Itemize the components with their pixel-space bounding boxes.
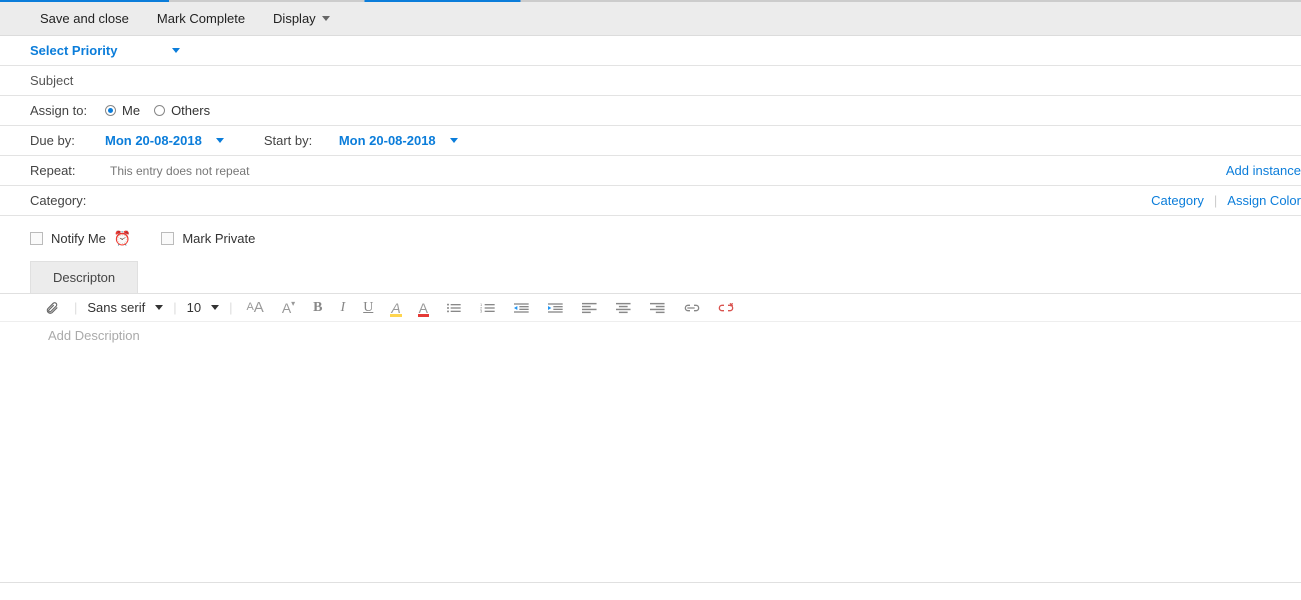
bold-button[interactable]: B [309,299,326,317]
svg-text:3: 3 [480,308,483,313]
editor-placeholder: Add Description [48,328,140,343]
separator: | [229,300,232,315]
display-label: Display [273,11,316,26]
number-list-icon: 1 2 3 [480,301,496,315]
font-family-value: Sans serif [87,300,145,315]
separator: | [173,300,176,315]
attachment-button[interactable] [40,299,64,317]
assign-to-label: Assign to: [30,103,105,118]
underline-button[interactable]: U [359,299,377,317]
dates-row: Due by: Mon 20-08-2018 Start by: Mon 20-… [0,126,1301,156]
number-list-button[interactable]: 1 2 3 [476,299,500,317]
assign-me-radio[interactable]: Me [105,103,140,118]
chevron-down-icon [322,16,330,21]
category-link[interactable]: Category [1151,193,1204,208]
due-by-value: Mon 20-08-2018 [105,133,202,148]
display-dropdown[interactable]: Display [263,7,340,30]
notify-me-label: Notify Me [51,231,106,246]
outdent-icon [514,301,530,315]
options-row: Notify Me ⏰ Mark Private [0,216,1301,261]
category-actions: Category | Assign Color [1151,193,1301,208]
outdent-button[interactable] [510,299,534,317]
indent-icon [548,301,564,315]
start-by-label: Start by: [264,133,324,148]
subject-row[interactable]: Subject [0,66,1301,96]
tabs-bar: Descripton [0,261,1301,293]
bullet-list-icon [446,301,462,315]
font-size-value: 10 [187,300,201,315]
radio-selected-icon [105,105,116,116]
assign-me-label: Me [122,103,140,118]
priority-dropdown[interactable]: Select Priority [30,43,180,58]
align-left-icon [582,301,598,315]
start-by-date-picker[interactable]: Mon 20-08-2018 [339,133,458,148]
indent-button[interactable] [544,299,568,317]
separator: | [74,300,77,315]
tab-description[interactable]: Descripton [30,261,138,293]
assign-others-label: Others [171,103,210,118]
decrease-font-button[interactable]: A▾ [278,299,299,317]
link-icon [684,301,700,315]
font-family-select[interactable]: Sans serif [87,300,163,315]
chevron-down-icon [211,305,219,310]
notify-me-checkbox[interactable]: Notify Me ⏰ [30,230,131,247]
mark-complete-button[interactable]: Mark Complete [147,7,255,30]
align-right-icon [650,301,666,315]
assign-color-link[interactable]: Assign Color [1227,193,1301,208]
category-row: Category: Category | Assign Color [0,186,1301,216]
chevron-down-icon [450,138,458,143]
subject-label: Subject [30,73,73,88]
editor-toolbar: | Sans serif | 10 | AA A▾ B I U A A [0,294,1301,322]
unlink-icon [718,301,734,315]
align-right-button[interactable] [646,299,670,317]
checkbox-unchecked-icon [161,232,174,245]
radio-unselected-icon [154,105,165,116]
increase-font-button[interactable]: AA [242,298,267,317]
priority-row: Select Priority [0,36,1301,66]
checkbox-unchecked-icon [30,232,43,245]
font-size-select[interactable]: 10 [187,300,219,315]
priority-placeholder: Select Priority [30,43,117,58]
due-by-label: Due by: [30,133,90,148]
rich-text-editor: | Sans serif | 10 | AA A▾ B I U A A [0,293,1301,583]
align-center-button[interactable] [612,299,636,317]
editor-body[interactable]: Add Description [0,322,1301,582]
highlight-color-button[interactable]: A [387,299,404,317]
remove-link-button[interactable] [714,299,738,317]
repeat-label: Repeat: [30,163,90,178]
paperclip-icon [44,301,60,315]
category-label: Category: [30,193,105,208]
alarm-icon: ⏰ [114,230,131,247]
insert-link-button[interactable] [680,299,704,317]
add-instance-link[interactable]: Add instance [1226,163,1301,178]
align-left-button[interactable] [578,299,602,317]
mark-private-checkbox[interactable]: Mark Private [161,231,255,246]
assign-others-radio[interactable]: Others [154,103,210,118]
repeat-row: Repeat: This entry does not repeat Add i… [0,156,1301,186]
start-by-value: Mon 20-08-2018 [339,133,436,148]
italic-button[interactable]: I [337,299,350,317]
assign-to-row: Assign to: Me Others [0,96,1301,126]
font-color-button[interactable]: A [415,299,432,317]
main-toolbar: Save and close Mark Complete Display [0,2,1301,36]
bullet-list-button[interactable] [442,299,466,317]
mark-private-label: Mark Private [182,231,255,246]
repeat-text: This entry does not repeat [110,164,249,178]
chevron-down-icon [155,305,163,310]
due-by-date-picker[interactable]: Mon 20-08-2018 [105,133,224,148]
chevron-down-icon [216,138,224,143]
align-center-icon [616,301,632,315]
separator: | [1214,193,1217,208]
assign-to-radio-group: Me Others [105,103,224,118]
chevron-down-icon [172,48,180,53]
save-and-close-button[interactable]: Save and close [30,7,139,30]
